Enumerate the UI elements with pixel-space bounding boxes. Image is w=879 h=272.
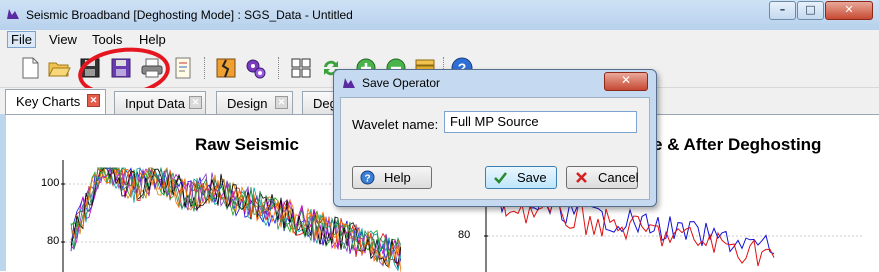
tab-label: Key Charts xyxy=(16,94,81,109)
help-button[interactable]: ? Help xyxy=(352,166,432,189)
checkmark-icon xyxy=(494,172,507,184)
deghost-icon[interactable] xyxy=(214,56,238,80)
svg-text:?: ? xyxy=(364,174,370,185)
tab-label: Input Data xyxy=(125,96,185,111)
raw-tick-100: 100 xyxy=(41,177,60,189)
raw-seismic-title: Raw Seismic xyxy=(195,135,299,154)
dialog-title: Save Operator xyxy=(362,76,441,90)
tab-label: Design xyxy=(227,96,268,111)
tab-close-icon[interactable]: ✕ xyxy=(189,96,202,109)
close-button[interactable]: ✕ xyxy=(825,1,873,20)
raw-tick-80: 80 xyxy=(47,235,60,247)
menu-view[interactable]: View xyxy=(49,32,77,47)
tab-close-icon[interactable]: ✕ xyxy=(275,96,288,109)
toolbar-separator xyxy=(204,57,207,79)
tab-close-icon[interactable]: ✕ xyxy=(87,94,100,107)
dialog-body: Wavelet name: Full MP Source ? Help Save… xyxy=(340,97,650,200)
grid-view-icon[interactable] xyxy=(289,56,313,80)
settings-gears-icon[interactable] xyxy=(244,56,268,80)
toolbar-separator xyxy=(278,57,281,79)
deghost-tick-80: 80 xyxy=(458,229,471,241)
dialog-app-icon xyxy=(343,78,355,88)
help-button-label: Help xyxy=(384,170,411,185)
cancel-button-label: Cancel xyxy=(598,170,639,185)
window-title: Seismic Broadband [Deghosting Mode] : SG… xyxy=(26,8,353,22)
save-operator-dialog: Save Operator ✕ Wavelet name: Full MP So… xyxy=(333,69,657,207)
deghost-chart-title: e & After Deghosting xyxy=(653,135,822,154)
save-button[interactable]: Save xyxy=(485,166,557,189)
help-icon: ? xyxy=(360,170,375,185)
title-bar: Seismic Broadband [Deghosting Mode] : SG… xyxy=(0,0,879,30)
save-button-label: Save xyxy=(517,170,547,185)
dialog-close-button[interactable]: ✕ xyxy=(604,72,648,91)
main-window: Seismic Broadband [Deghosting Mode] : SG… xyxy=(0,0,879,272)
open-folder-icon[interactable] xyxy=(47,56,71,80)
tab-key-charts[interactable]: Key Charts ✕ xyxy=(5,89,106,115)
tab-input-data[interactable]: Input Data ✕ xyxy=(114,91,206,114)
cancel-button[interactable]: Cancel xyxy=(566,166,638,189)
app-icon xyxy=(7,9,19,19)
cancel-x-icon xyxy=(576,172,587,183)
tab-design[interactable]: Design ✕ xyxy=(216,91,293,114)
maximize-button[interactable]: □ xyxy=(797,1,824,20)
new-file-icon[interactable] xyxy=(18,56,42,80)
wavelet-name-input[interactable]: Full MP Source xyxy=(444,111,637,133)
menu-file[interactable]: File xyxy=(7,31,36,48)
minimize-button[interactable]: – xyxy=(769,1,796,20)
wavelet-name-label: Wavelet name: xyxy=(352,117,439,132)
report-icon[interactable] xyxy=(171,56,195,80)
